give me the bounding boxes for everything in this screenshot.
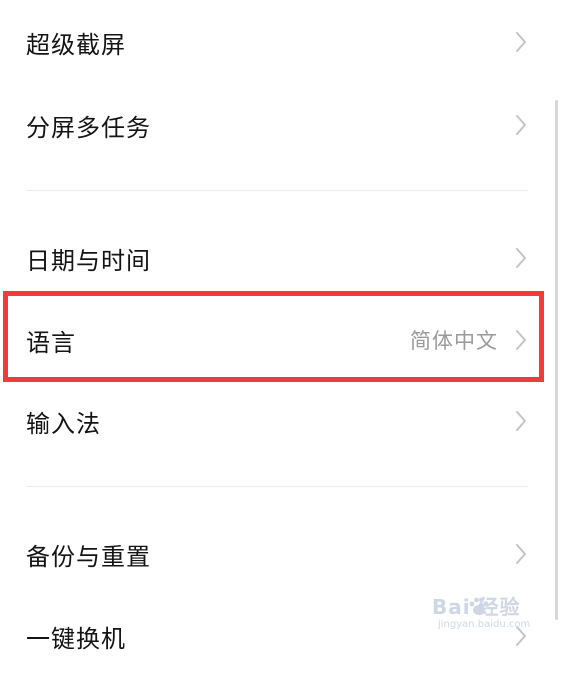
settings-item-language[interactable]: 语言 简体中文 — [0, 300, 562, 380]
settings-item-super-screenshot[interactable]: 超级截屏 — [0, 2, 562, 82]
settings-item-label: 日期与时间 — [26, 246, 151, 275]
settings-item-label: 备份与重置 — [26, 542, 151, 571]
baidu-jingyan-watermark: Bai 经验 jingyan.baidu.com — [432, 596, 550, 640]
settings-item-label: 超级截屏 — [26, 30, 126, 59]
settings-item-date-time[interactable]: 日期与时间 — [0, 218, 562, 298]
settings-item-label: 分屏多任务 — [26, 113, 151, 142]
chevron-right-icon — [510, 247, 532, 269]
chevron-right-icon — [510, 329, 532, 351]
section-divider — [26, 486, 528, 487]
settings-item-value: 简体中文 — [410, 329, 498, 353]
chevron-right-icon — [510, 543, 532, 565]
watermark-brand: Bai 经验 — [432, 595, 521, 619]
settings-item-input-method[interactable]: 输入法 — [0, 381, 562, 461]
settings-item-split-screen[interactable]: 分屏多任务 — [0, 85, 562, 165]
settings-item-label: 语言 — [26, 328, 76, 357]
chevron-right-icon — [510, 410, 532, 432]
settings-item-backup-reset[interactable]: 备份与重置 — [0, 514, 562, 594]
chevron-right-icon — [510, 31, 532, 53]
section-divider — [26, 190, 528, 191]
baidu-paw-icon — [469, 597, 489, 615]
scrollbar[interactable] — [555, 100, 558, 620]
settings-item-label: 输入法 — [26, 409, 101, 438]
watermark-url: jingyan.baidu.com — [438, 619, 531, 630]
chevron-right-icon — [510, 114, 532, 136]
